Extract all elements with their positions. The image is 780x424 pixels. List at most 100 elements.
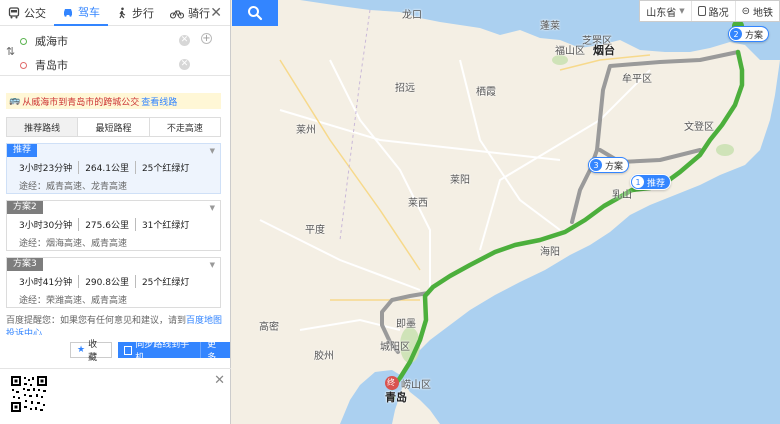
qr-code-area: ✕	[0, 368, 231, 424]
route-marker-number: 3	[590, 159, 602, 171]
route-marker-plan1[interactable]: 1 推荐	[630, 174, 672, 190]
tab-recommended[interactable]: 推荐路线	[7, 118, 78, 136]
plan-lights: 25个红绿灯	[134, 275, 189, 288]
tab-label: 驾车	[78, 5, 100, 19]
send-route-button[interactable]: 同步路线到手机	[118, 340, 202, 363]
subway-label: 地铁	[753, 7, 773, 19]
view-bus-link[interactable]: 查看线路	[141, 95, 177, 108]
swap-icon[interactable]: ⇅	[6, 45, 15, 58]
map-label-haiyang: 海阳	[540, 247, 560, 258]
plan-distance: 290.8公里	[78, 275, 129, 288]
tab-shortest[interactable]: 最短路程	[77, 118, 148, 136]
map-label-qingdao: 青岛	[385, 391, 407, 404]
route-marker-label: 方案	[745, 30, 764, 41]
favorite-button[interactable]: ★ 收藏	[70, 340, 112, 363]
destination-value: 青岛市	[35, 59, 68, 72]
walk-icon	[119, 7, 126, 18]
plan-via: 途经：烟海高速、威青高速	[19, 239, 128, 249]
map-label-fushan: 福山区	[555, 46, 585, 57]
map-label-qixia: 栖霞	[476, 87, 496, 98]
route-plan-2[interactable]: 方案2 ▼ 3小时30分钟 275.6公里 31个红绿灯 途经：烟海高速、威青高…	[6, 200, 221, 251]
tab-label: 步行	[132, 6, 154, 20]
map-label-muping: 牟平区	[622, 74, 652, 85]
intercity-bus-notice: 🚌 从威海市到青岛市的跨城公交 查看线路	[6, 93, 221, 109]
plan-lights: 25个红绿灯	[134, 161, 189, 174]
plan-time: 3小时41分钟	[19, 278, 73, 288]
map-label-rushan: 乳山	[612, 190, 632, 201]
map-label-penglai: 蓬莱	[540, 21, 560, 32]
tab-label: 骑行	[188, 6, 210, 20]
map-label-laiyang: 莱阳	[450, 175, 470, 186]
route-marker-label: 推荐	[647, 178, 666, 189]
tab-bus[interactable]: 公交	[0, 0, 54, 26]
traffic-label: 路况	[708, 7, 729, 19]
map-label-jimo: 即墨	[396, 319, 416, 330]
tip-text: 百度提醒您：如果您有任何意见和建议，请到	[6, 316, 187, 326]
origin-field[interactable]: 威海市 ✕	[20, 30, 200, 52]
plan-time: 3小时30分钟	[19, 221, 73, 231]
caret-icon: ▼	[209, 260, 215, 269]
route-plan-1[interactable]: 推荐 ▼ 3小时23分钟 264.1公里 25个红绿灯 途经：威青高速、龙青高速	[6, 143, 221, 194]
route-plan-3[interactable]: 方案3 ▼ 3小时41分钟 290.8公里 25个红绿灯 途经：荣潍高速、威青高…	[6, 257, 221, 308]
travel-mode-tabs: 公交 驾车 步行 骑行 ✕	[0, 0, 230, 26]
subway-toggle[interactable]: ⊝ 地铁	[734, 1, 779, 21]
origin-dot-icon	[20, 37, 27, 45]
route-preference-tabs: 推荐路线 最短路程 不走高速	[6, 117, 221, 137]
origin-value: 威海市	[35, 35, 68, 48]
phone-grid-icon	[123, 345, 133, 355]
close-icon[interactable]: ✕	[214, 373, 225, 388]
tab-no-highway[interactable]: 不走高速	[148, 118, 220, 136]
map-label-zhaoyuan: 招远	[395, 83, 415, 94]
plan-via: 途经：威青高速、龙青高速	[19, 182, 128, 192]
route-marker-number: 2	[730, 28, 742, 40]
route-marker-number: 1	[632, 176, 644, 188]
car-icon	[64, 8, 72, 17]
tab-drive[interactable]: 驾车	[54, 0, 108, 26]
route-marker-label: 方案	[605, 161, 624, 172]
route-actions: ★ 收藏 同步路线到手机 更多	[70, 340, 230, 363]
map-label-gaomi: 高密	[259, 322, 279, 333]
bike-icon	[170, 9, 184, 19]
caret-icon: ▼	[209, 203, 215, 212]
more-button[interactable]: 更多	[201, 337, 230, 363]
end-marker-label: 终	[387, 378, 395, 387]
plan-tag: 推荐	[7, 144, 38, 157]
tab-label: 公交	[24, 6, 46, 20]
destination-field[interactable]: 青岛市 ✕	[20, 54, 200, 76]
plan-distance: 275.6公里	[78, 218, 129, 231]
plan-time: 3小时23分钟	[19, 164, 73, 174]
traffic-toggle[interactable]: 路况	[690, 1, 735, 21]
bus-icon: 🚌	[9, 96, 21, 106]
traffic-icon	[697, 6, 706, 16]
add-waypoint-icon[interactable]: +	[201, 33, 212, 44]
map-label-laixi: 莱西	[408, 198, 428, 209]
region-selector[interactable]: 山东省 ▼	[640, 1, 690, 21]
destination-dot-icon	[20, 61, 27, 69]
plan-stats: 3小时30分钟 275.6公里 31个红绿灯	[7, 214, 220, 233]
tab-walk[interactable]: 步行	[108, 0, 162, 26]
plan-tag: 方案2	[7, 201, 43, 214]
notice-text: 从威海市到青岛市的跨城公交	[22, 97, 140, 108]
send-to-phone-button: 同步路线到手机 更多	[117, 340, 230, 363]
plan-via: 途经：荣潍高速、威青高速	[19, 296, 128, 306]
route-inputs: 威海市 ✕ ⇅ + 青岛市 ✕	[0, 26, 230, 76]
caret-icon: ▼	[209, 146, 215, 155]
subway-icon: ⊝	[741, 5, 750, 17]
send-label: 同步路线到手机	[135, 340, 190, 363]
map-label-jiaozhou: 胶州	[314, 351, 334, 362]
route-marker-plan3[interactable]: 3 方案	[588, 157, 630, 173]
search-button[interactable]	[232, 0, 278, 26]
star-icon: ★	[77, 345, 86, 355]
clear-origin-icon[interactable]: ✕	[179, 35, 190, 46]
map-label-laizhou: 莱州	[296, 125, 316, 136]
route-marker-plan2[interactable]: 2 方案	[728, 26, 770, 42]
plan-stats: 3小时23分钟 264.1公里 25个红绿灯	[7, 157, 220, 176]
map-label-yantai: 烟台	[593, 44, 615, 57]
map-label-wendeng: 文登区	[684, 122, 714, 133]
bus-icon	[8, 6, 20, 18]
plan-tag: 方案3	[7, 258, 43, 271]
map-label-pingdu: 平度	[305, 225, 325, 236]
plan-header: 推荐 ▼	[7, 144, 220, 157]
clear-destination-icon[interactable]: ✕	[179, 59, 190, 70]
close-icon[interactable]: ✕	[210, 5, 222, 21]
